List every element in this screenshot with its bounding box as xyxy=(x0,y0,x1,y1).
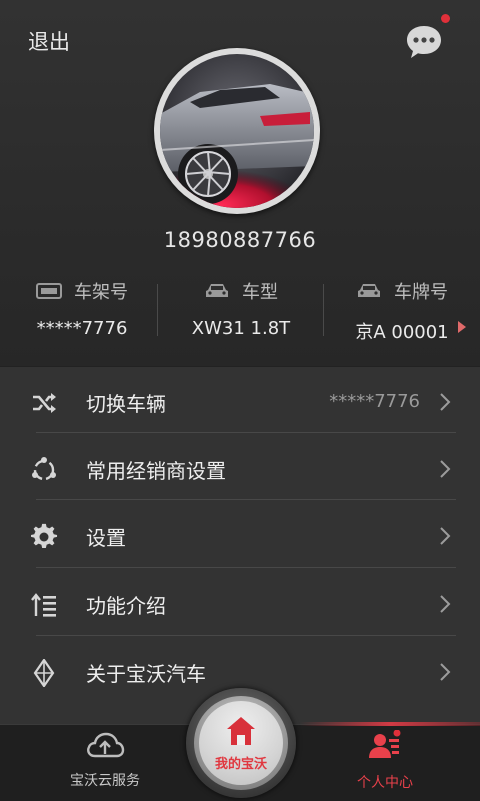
model-label: 车型 xyxy=(242,282,278,303)
my-bowo-button[interactable]: 我的宝沃 xyxy=(186,688,296,798)
menu-divider xyxy=(36,567,456,568)
home-icon xyxy=(227,717,255,745)
user-card-icon xyxy=(369,729,401,758)
unread-dot xyxy=(441,14,450,23)
tab-label: 宝沃云服务 xyxy=(70,773,140,789)
frame-plate-icon xyxy=(36,283,62,299)
car-front-icon xyxy=(206,284,228,297)
frame-number-label: 车架号 xyxy=(74,282,128,303)
menu-item-dealer-settings[interactable]: 常用经销商设置 xyxy=(0,435,480,502)
menu-item-value: *****7776 xyxy=(329,391,420,412)
message-button[interactable] xyxy=(404,14,450,62)
tab-personal-center[interactable]: 个人中心 xyxy=(320,729,450,798)
active-tab-indicator xyxy=(300,722,480,726)
chevron-right-icon xyxy=(440,460,451,478)
phone-number: 18980887766 xyxy=(163,228,317,252)
chevron-right-icon xyxy=(440,595,451,613)
list-sort-icon xyxy=(31,593,56,617)
shuffle-icon xyxy=(33,393,56,413)
gear-icon xyxy=(31,523,58,549)
plate-label: 车牌号 xyxy=(394,282,448,303)
chat-bubble-icon xyxy=(407,26,441,58)
center-button-face: 我的宝沃 xyxy=(199,701,283,785)
menu-divider xyxy=(36,432,456,433)
avatar-image xyxy=(160,54,314,208)
info-divider xyxy=(157,284,158,336)
diamond-logo-icon xyxy=(33,659,55,687)
menu-item-label: 功能介绍 xyxy=(86,594,166,618)
cloud-upload-icon xyxy=(87,732,125,758)
menu-item-settings[interactable]: 设置 xyxy=(0,502,480,569)
chevron-right-icon xyxy=(440,663,451,681)
plate-arrow-icon[interactable] xyxy=(458,321,466,333)
avatar[interactable] xyxy=(154,48,320,214)
tab-cloud-service[interactable]: 宝沃云服务 xyxy=(40,730,170,798)
chevron-right-icon xyxy=(440,393,451,411)
dealer-network-icon xyxy=(32,457,56,481)
frame-number-value: *****7776 xyxy=(36,318,128,339)
center-button-ring: 我的宝沃 xyxy=(194,696,288,790)
logout-button[interactable]: 退出 xyxy=(28,26,70,56)
menu-item-label: 设置 xyxy=(86,526,126,550)
menu-divider xyxy=(36,499,456,500)
car-icon xyxy=(358,284,380,297)
menu-divider xyxy=(36,635,456,636)
center-button-label: 我的宝沃 xyxy=(214,757,267,772)
chevron-right-icon xyxy=(440,527,451,545)
model-block: 车型 XW31 1.8T xyxy=(170,278,312,348)
model-value: XW31 1.8T xyxy=(191,318,291,339)
menu-item-label: 切换车辆 xyxy=(86,392,166,416)
frame-number-block: 车架号 *****7776 xyxy=(18,278,146,348)
menu-item-label: 常用经销商设置 xyxy=(86,459,226,483)
menu-item-label: 关于宝沃汽车 xyxy=(86,662,206,686)
plate-block[interactable]: 车牌号 京A 00001 xyxy=(336,278,468,348)
menu-item-switch-vehicle[interactable]: 切换车辆 *****7776 xyxy=(0,368,480,435)
menu-item-feature-intro[interactable]: 功能介绍 xyxy=(0,570,480,637)
plate-value: 京A 00001 xyxy=(355,322,449,343)
tab-label: 个人中心 xyxy=(357,775,413,791)
info-divider xyxy=(323,284,324,336)
